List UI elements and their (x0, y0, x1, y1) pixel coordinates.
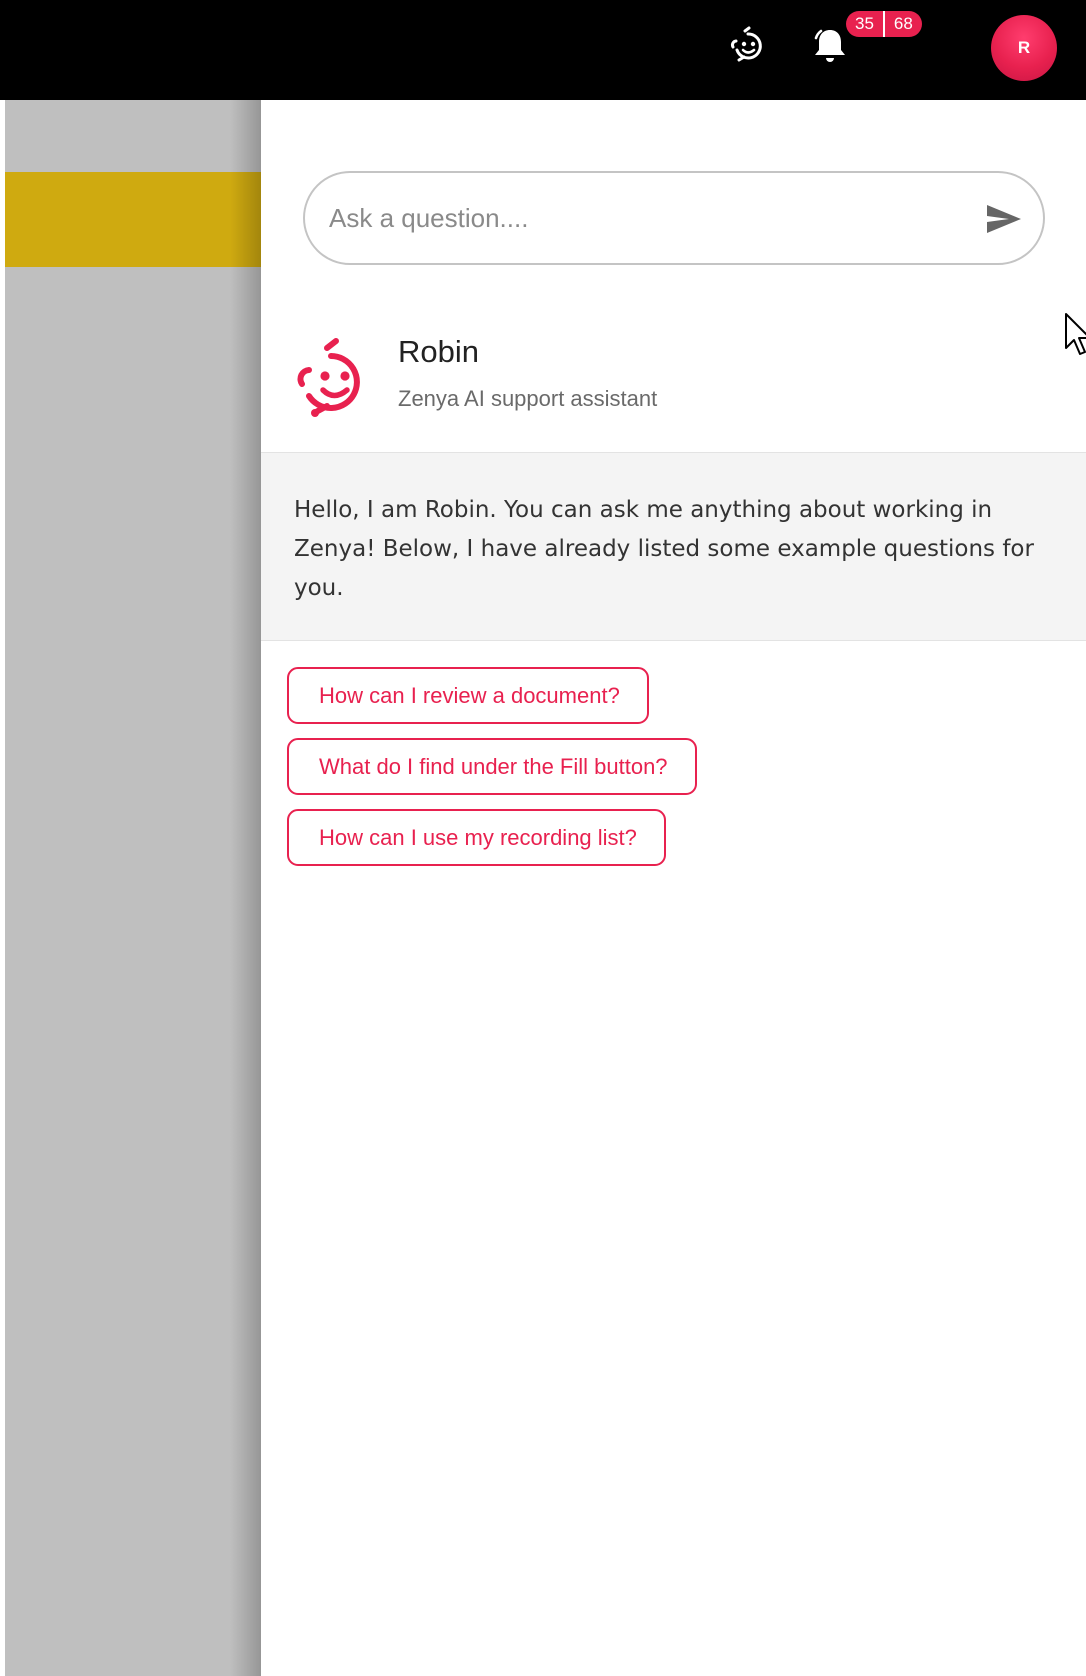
assistant-face-icon (730, 26, 762, 62)
intro-message-text: Hello, I am Robin. You can ask me anythi… (294, 497, 1034, 601)
user-avatar[interactable]: R (991, 15, 1057, 81)
send-button[interactable] (983, 199, 1025, 239)
suggestion-button[interactable]: What do I find under the Fill button? (287, 738, 697, 795)
background-page (5, 100, 261, 1676)
assistant-name: Robin (398, 334, 479, 369)
suggested-questions: How can I review a document? What do I f… (287, 667, 697, 866)
background-highlight-bar (5, 172, 261, 267)
assistant-subtitle: Zenya AI support assistant (398, 386, 658, 411)
avatar-initial: R (1017, 38, 1031, 57)
top-bar: 35 68 R (0, 0, 1086, 100)
notification-badges[interactable]: 35 68 (846, 11, 922, 37)
suggestion-button[interactable]: How can I use my recording list? (287, 809, 666, 866)
chat-panel: Robin Zenya AI support assistant Hello, … (261, 100, 1086, 1676)
notification-count-badge: 35 (855, 14, 874, 33)
assistant-header: Robin Zenya AI support assistant (293, 330, 1053, 450)
mouse-cursor-icon (1065, 313, 1086, 355)
suggestion-button[interactable]: How can I review a document? (287, 667, 649, 724)
intro-message: Hello, I am Robin. You can ask me anythi… (261, 452, 1086, 641)
question-search-box (303, 171, 1045, 265)
send-icon (987, 205, 1021, 233)
bell-icon (814, 29, 845, 62)
panel-shadow (230, 100, 262, 1676)
assistant-button[interactable] (724, 22, 772, 70)
robin-assistant-icon (297, 338, 360, 417)
notification-count-badge: 68 (882, 11, 922, 37)
question-input[interactable] (329, 173, 969, 263)
